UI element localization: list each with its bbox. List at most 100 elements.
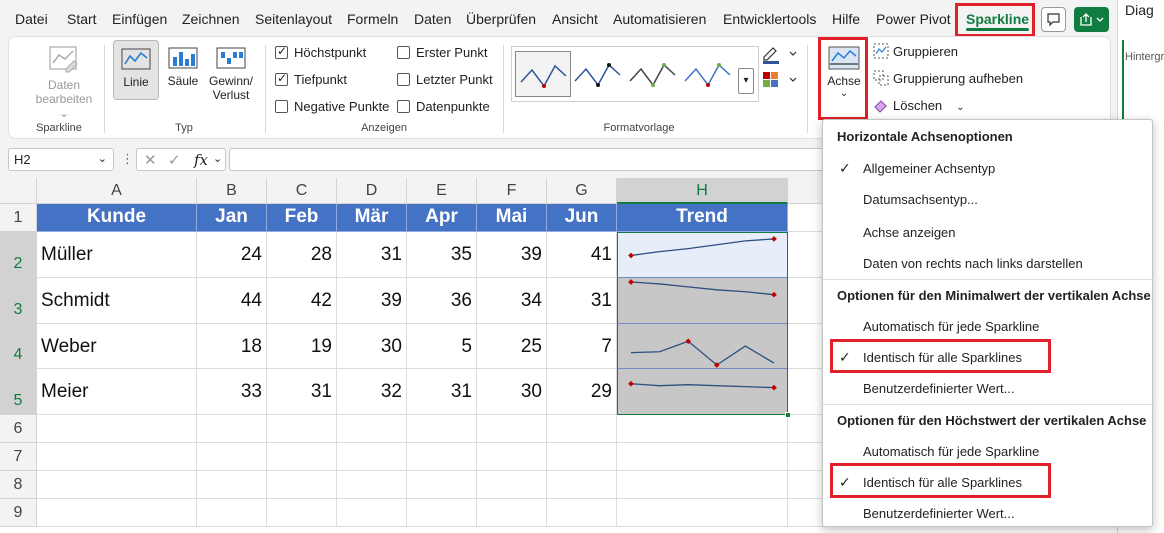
style-tile-4[interactable] [680, 51, 736, 97]
table-header-5[interactable]: Mai [477, 204, 547, 232]
cell[interactable] [337, 415, 407, 443]
tab-automatisieren[interactable]: Automatisieren [613, 11, 706, 27]
column-header-h[interactable]: H [617, 178, 788, 204]
cell[interactable] [547, 415, 617, 443]
confirm-icon[interactable]: ✓ [168, 151, 181, 169]
menu-max-automatisch[interactable]: Automatisch für jede Sparkline [863, 444, 1039, 459]
cell-kunde[interactable]: Meier [37, 369, 197, 415]
cell[interactable] [337, 499, 407, 527]
menu-min-benutzerdefiniert[interactable]: Benutzerdefinierter Wert... [863, 381, 1015, 396]
cell-value[interactable]: 25 [477, 324, 547, 369]
cell[interactable] [337, 443, 407, 471]
checkbox-letzter-punkt[interactable]: Letzter Punkt [397, 72, 493, 87]
cell-kunde[interactable]: Müller [37, 232, 197, 278]
cell-value[interactable]: 24 [197, 232, 267, 278]
gallery-more-button[interactable]: ▾ [738, 68, 754, 94]
saeule-button[interactable]: Säule [161, 42, 205, 102]
tab-power-pivot[interactable]: Power Pivot [876, 11, 951, 27]
cell[interactable] [617, 415, 788, 443]
table-header-2[interactable]: Feb [267, 204, 337, 232]
cell[interactable] [477, 415, 547, 443]
checkbox-box[interactable] [397, 73, 410, 86]
cell-value[interactable]: 30 [337, 324, 407, 369]
cell[interactable] [197, 471, 267, 499]
row-header-9[interactable]: 9 [0, 499, 37, 527]
cell-kunde[interactable]: Schmidt [37, 278, 197, 324]
daten-bearbeiten-button[interactable]: Daten bearbeiten ⌄ [34, 43, 94, 120]
row-header-1[interactable]: 1 [0, 204, 37, 232]
cell[interactable] [617, 499, 788, 527]
cell[interactable] [37, 471, 197, 499]
checkbox-negative-punkte[interactable]: Negative Punkte [275, 99, 389, 114]
row-header-7[interactable]: 7 [0, 443, 37, 471]
cell-value[interactable]: 42 [267, 278, 337, 324]
marker-color-button[interactable] [760, 69, 804, 91]
table-header-7[interactable]: Trend [617, 204, 788, 232]
tab-seitenlayout[interactable]: Seitenlayout [255, 11, 332, 27]
checkbox-box[interactable] [397, 100, 410, 113]
cell-value[interactable]: 29 [547, 369, 617, 415]
checkbox-datenpunkte[interactable]: Datenpunkte [397, 99, 490, 114]
cell[interactable] [477, 471, 547, 499]
cell[interactable] [197, 443, 267, 471]
cell-value[interactable]: 44 [197, 278, 267, 324]
cell-value[interactable]: 30 [477, 369, 547, 415]
cell-value[interactable]: 32 [337, 369, 407, 415]
checkbox-box[interactable] [275, 100, 288, 113]
cell-value[interactable]: 31 [547, 278, 617, 324]
checkbox-erster-punkt[interactable]: Erster Punkt [397, 45, 488, 60]
cell[interactable] [547, 471, 617, 499]
row-header-4[interactable]: 4 [0, 324, 37, 369]
select-all-corner[interactable] [0, 178, 37, 204]
comments-button[interactable] [1041, 7, 1066, 32]
cell[interactable] [267, 471, 337, 499]
cell-value[interactable]: 18 [197, 324, 267, 369]
row-header-5[interactable]: 5 [0, 369, 37, 415]
loeschen-button[interactable]: Löschen ⌄ [873, 97, 965, 113]
checkbox-tiefpunkt[interactable]: Tiefpunkt [275, 71, 347, 87]
checkbox-hoechstpunkt[interactable]: Höchstpunkt [275, 44, 366, 60]
cell-value[interactable]: 35 [407, 232, 477, 278]
menu-rechts-nach-links[interactable]: Daten von rechts nach links darstellen [863, 256, 1083, 271]
cell[interactable] [267, 443, 337, 471]
cell-value[interactable]: 34 [477, 278, 547, 324]
cell-value[interactable]: 41 [547, 232, 617, 278]
cell[interactable] [407, 471, 477, 499]
cell-value[interactable]: 33 [197, 369, 267, 415]
column-header-e[interactable]: E [407, 178, 477, 204]
cell-value[interactable]: 19 [267, 324, 337, 369]
cell[interactable] [37, 415, 197, 443]
tab-datei[interactable]: Datei [15, 11, 48, 27]
column-header-b[interactable]: B [197, 178, 267, 204]
cell-kunde[interactable]: Weber [37, 324, 197, 369]
cell-value[interactable]: 31 [267, 369, 337, 415]
row-header-6[interactable]: 6 [0, 415, 37, 443]
gewinn-verlust-button[interactable]: Gewinn/ Verlust [205, 42, 257, 112]
column-header-g[interactable]: G [547, 178, 617, 204]
row-header-2[interactable]: 2 [0, 232, 37, 278]
tab-hilfe[interactable]: Hilfe [832, 11, 860, 27]
insert-function-icon[interactable]: fx [194, 151, 208, 169]
column-header-c[interactable]: C [267, 178, 337, 204]
tab-daten[interactable]: Daten [414, 11, 451, 27]
cell-value[interactable]: 36 [407, 278, 477, 324]
menu-max-benutzerdefiniert[interactable]: Benutzerdefinierter Wert... [863, 506, 1015, 521]
table-header-1[interactable]: Jan [197, 204, 267, 232]
menu-datumsachsentyp[interactable]: Datumsachsentyp... [863, 192, 978, 207]
cell[interactable] [407, 443, 477, 471]
cell[interactable] [477, 499, 547, 527]
tab-entwicklertools[interactable]: Entwicklertools [723, 11, 816, 27]
style-tile-3[interactable] [625, 51, 681, 97]
row-header-3[interactable]: 3 [0, 278, 37, 324]
column-header-d[interactable]: D [337, 178, 407, 204]
cell[interactable] [267, 499, 337, 527]
cell-value[interactable]: 7 [547, 324, 617, 369]
table-header-3[interactable]: Mär [337, 204, 407, 232]
cell-value[interactable]: 39 [337, 278, 407, 324]
name-box[interactable]: H2 ⌄ [8, 148, 114, 171]
tab-ansicht[interactable]: Ansicht [552, 11, 598, 27]
tab-zeichnen[interactable]: Zeichnen [182, 11, 240, 27]
tab-ueberpruefen[interactable]: Überprüfen [466, 11, 536, 27]
column-header-a[interactable]: A [37, 178, 197, 204]
gruppieren-button[interactable]: Gruppieren [873, 43, 958, 59]
